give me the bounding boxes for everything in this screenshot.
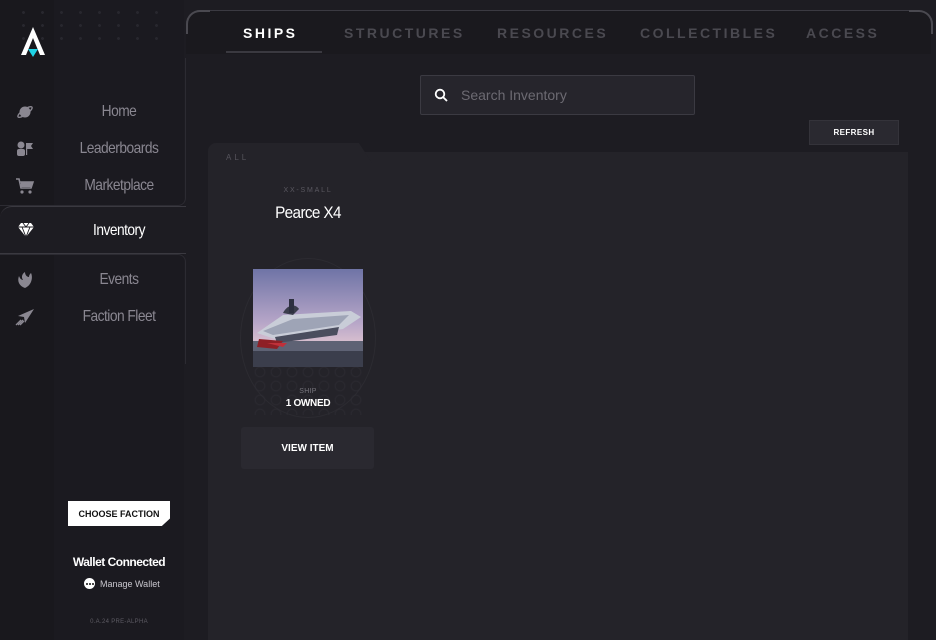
sidebar-item-faction-fleet[interactable]: Faction Fleet xyxy=(0,299,184,335)
manage-wallet-link[interactable]: Manage Wallet xyxy=(84,578,168,589)
category-tab-bar: SHIPS STRUCTURES RESOURCES COLLECTIBLES … xyxy=(186,10,931,54)
active-tab-indicator xyxy=(226,51,322,53)
item-type: SHIP xyxy=(299,388,317,395)
sidebar-item-marketplace[interactable]: Marketplace xyxy=(0,168,184,204)
phoenix-icon xyxy=(14,270,36,290)
search-icon xyxy=(421,88,461,102)
item-size-class: XX-SMALL xyxy=(283,187,333,194)
planet-icon xyxy=(14,102,36,122)
sidebar-item-label: Inventory xyxy=(93,222,145,239)
ship-image[interactable] xyxy=(253,269,363,367)
sidebar-item-label: Leaderboards xyxy=(79,140,159,157)
sidebar-item-inventory[interactable]: Inventory xyxy=(0,206,186,254)
fleet-icon xyxy=(14,307,36,327)
tab-structures[interactable]: STRUCTURES xyxy=(344,25,465,41)
sidebar-item-label: Marketplace xyxy=(84,177,154,194)
manage-wallet-label: Manage Wallet xyxy=(100,578,160,589)
wallet-status: Wallet Connected xyxy=(72,555,166,569)
filter-tab-all[interactable]: ALL xyxy=(226,153,249,162)
search-input[interactable] xyxy=(461,87,681,103)
view-item-button[interactable]: VIEW ITEM xyxy=(241,427,374,469)
cart-icon xyxy=(14,176,36,196)
tab-resources[interactable]: RESOURCES xyxy=(497,25,608,41)
sidebar-item-label: Home xyxy=(101,103,137,120)
version-label: 0.A.24 PRE-ALPHA xyxy=(90,619,148,625)
item-name: Pearce X4 xyxy=(275,203,341,222)
frame-corner-left xyxy=(186,10,210,34)
podium-icon xyxy=(14,139,36,159)
sidebar-item-leaderboards[interactable]: Leaderboards xyxy=(0,131,184,167)
item-owned-count: 1 OWNED xyxy=(285,398,331,409)
refresh-button[interactable]: REFRESH xyxy=(809,120,899,145)
sidebar-item-events[interactable]: Events xyxy=(0,262,184,298)
search-box[interactable] xyxy=(420,75,695,115)
sidebar-item-home[interactable]: Home xyxy=(0,94,184,130)
star-atlas-logo-icon[interactable] xyxy=(20,26,46,58)
more-icon xyxy=(84,578,95,589)
tab-access[interactable]: ACCESS xyxy=(806,25,879,41)
sidebar-item-label: Events xyxy=(99,271,139,288)
app-root: Home Leaderboards Marketplace Inventory … xyxy=(0,0,936,640)
sidebar-item-label: Faction Fleet xyxy=(82,308,156,325)
diamond-icon xyxy=(15,220,37,240)
choose-faction-button[interactable]: CHOOSE FACTION xyxy=(68,501,170,526)
tab-ships[interactable]: SHIPS xyxy=(243,25,298,41)
tab-collectibles[interactable]: COLLECTIBLES xyxy=(640,25,777,41)
frame-corner-right xyxy=(909,10,933,34)
